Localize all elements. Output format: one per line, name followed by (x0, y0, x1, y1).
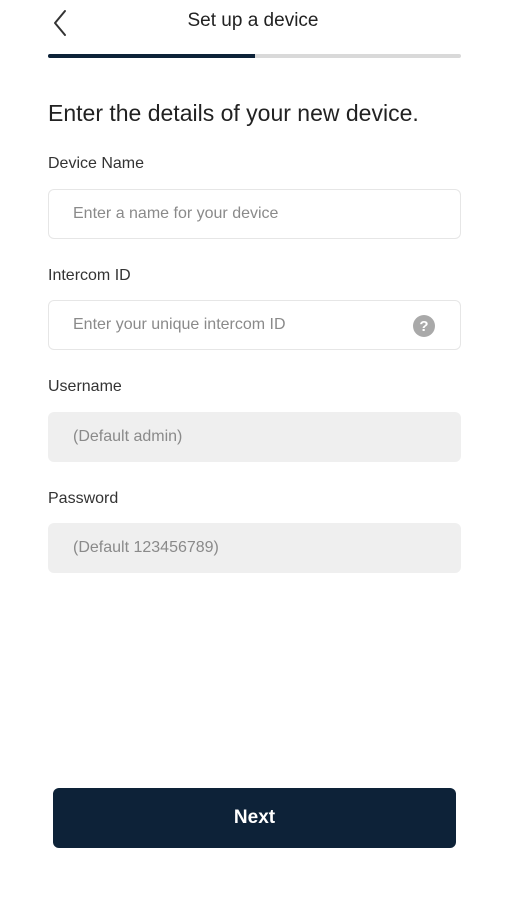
password-input[interactable] (73, 524, 403, 572)
device-name-input[interactable] (73, 190, 403, 238)
password-field[interactable] (48, 523, 461, 573)
progress-bar-fill (48, 54, 255, 58)
username-label: Username (48, 378, 122, 395)
intercom-id-input[interactable] (73, 301, 403, 349)
question-circle-icon[interactable]: ? (413, 315, 435, 337)
next-button[interactable]: Next (53, 788, 456, 848)
username-field[interactable] (48, 412, 461, 462)
device-name-field[interactable] (48, 189, 461, 239)
header: Set up a device (0, 0, 506, 50)
device-name-label: Device Name (48, 155, 145, 172)
form-heading: Enter the details of your new device. (48, 100, 419, 126)
intercom-id-field[interactable]: ? (48, 300, 461, 350)
username-input[interactable] (73, 413, 403, 461)
progress-bar (48, 54, 461, 58)
intercom-id-label: Intercom ID (48, 267, 131, 284)
page-title: Set up a device (187, 10, 319, 31)
password-label: Password (48, 490, 119, 507)
